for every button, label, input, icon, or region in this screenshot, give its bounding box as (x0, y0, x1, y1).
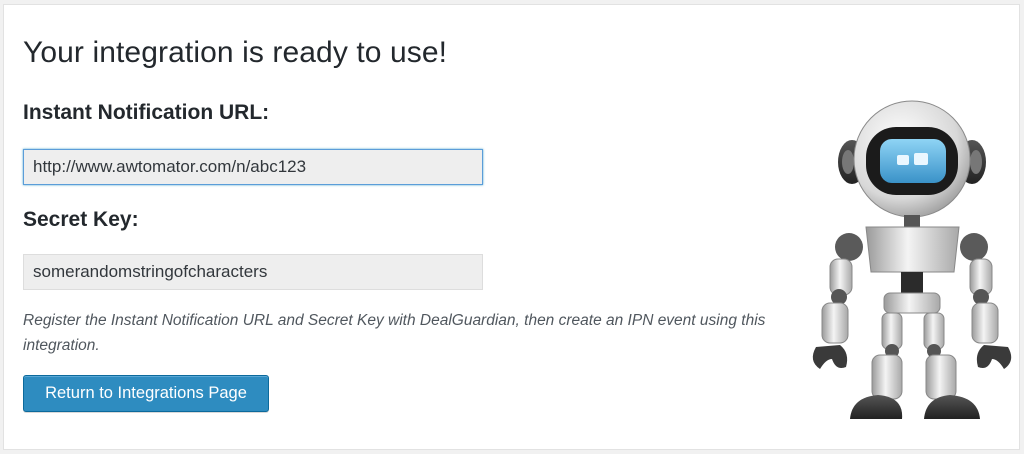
robot-icon (812, 100, 1012, 419)
page-title: Your integration is ready to use! (23, 36, 448, 69)
help-text: Register the Instant Notification URL an… (23, 312, 766, 354)
secret-key-label: Secret Key: (23, 208, 139, 231)
notification-url-label: Instant Notification URL: (23, 101, 270, 124)
integration-panel: Your integration is ready to use! Instan… (3, 4, 1020, 450)
return-to-integrations-button[interactable]: Return to Integrations Page (23, 375, 269, 412)
secret-key-field[interactable] (23, 254, 483, 290)
notification-url-field[interactable] (23, 149, 483, 185)
